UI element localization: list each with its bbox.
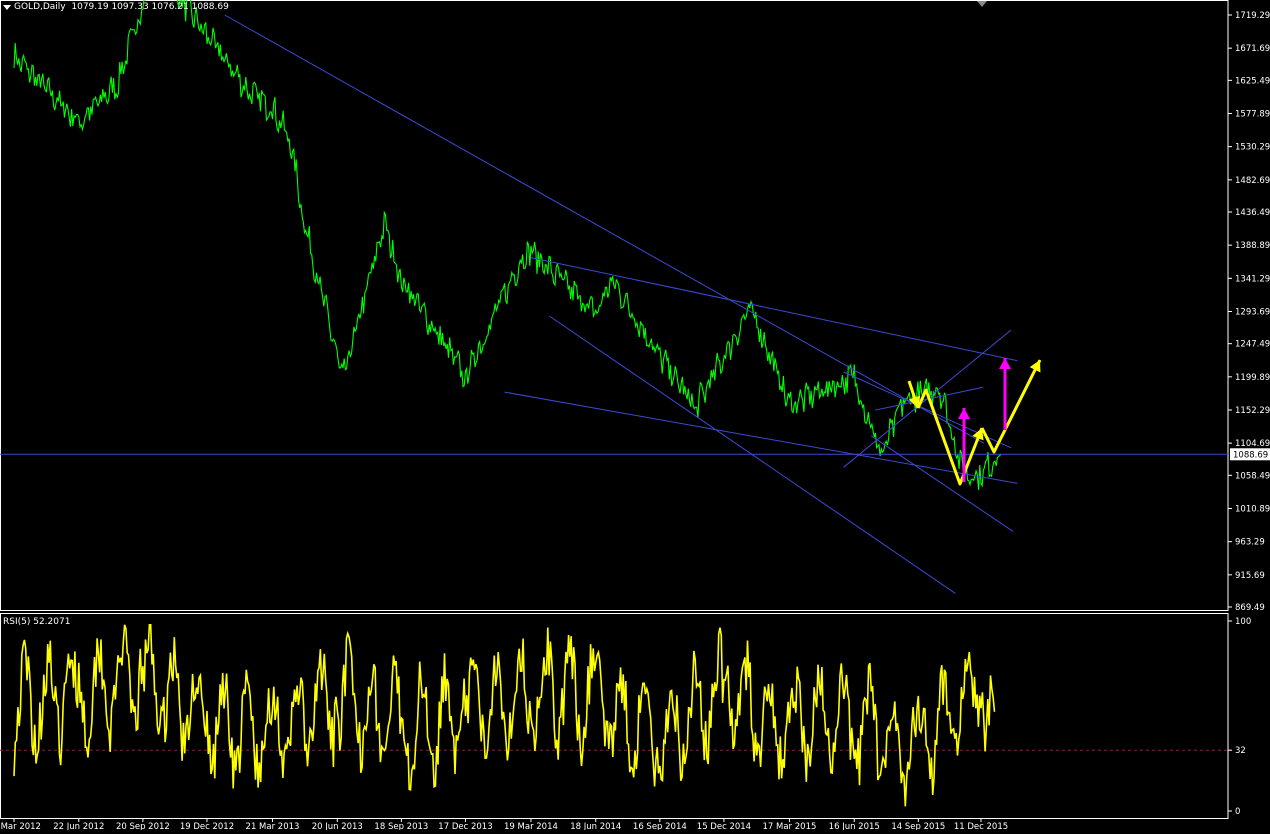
price-series-line <box>13 0 1002 490</box>
time-tick-label: 19 Mar 2014 <box>504 822 558 830</box>
ohlc-values: 1079.19 1097.33 1076.21 1088.69 <box>71 2 229 12</box>
trend-line <box>530 257 1018 362</box>
price-tick-label: 1199.89 <box>1235 373 1270 383</box>
chart-canvas: 1719.29 1671.69 1625.49 1577.89 1530.29 1482.… <box>0 0 1270 832</box>
current-price-tag-label: 1088.69 <box>1233 450 1268 460</box>
time-tick-label: 19 Dec 2012 <box>180 822 234 830</box>
rsi-pane <box>0 613 1229 819</box>
time-tick-label: 22 Jun 2012 <box>53 822 104 830</box>
time-tick-label: 11 Dec 2015 <box>954 822 1008 830</box>
time-tick-label: 20 Sep 2012 <box>116 822 170 830</box>
price-tick-label: 1482.69 <box>1235 176 1270 186</box>
price-tick-label: 1293.69 <box>1235 307 1270 317</box>
time-tick-label: 21 Mar 2013 <box>246 822 300 830</box>
price-tick-label: 1104.69 <box>1235 439 1270 449</box>
price-tick-label: 1388.89 <box>1235 241 1270 251</box>
time-tick-label: 16 Sep 2014 <box>633 822 687 830</box>
time-tick-label: 16 Jun 2015 <box>829 822 880 830</box>
price-tick-label: 1341.29 <box>1235 274 1270 284</box>
drawings-layer <box>224 14 1042 594</box>
target-arrow-icon-head <box>958 408 970 419</box>
price-tick-label: 1719.29 <box>1235 11 1270 21</box>
price-tick-label: 1058.49 <box>1235 471 1270 481</box>
price-tick-label: 1577.89 <box>1235 110 1270 120</box>
price-pane <box>0 0 1229 611</box>
time-tick-label: 15 Dec 2014 <box>697 822 751 830</box>
rsi-axis: 100 32 0 <box>1228 617 1251 817</box>
time-tick-label: 18 Sep 2013 <box>374 822 428 830</box>
time-tick-label: 18 Jun 2014 <box>570 822 621 830</box>
rsi-tick-label: 100 <box>1235 617 1251 627</box>
price-tick-label: 1436.49 <box>1235 208 1270 218</box>
price-tick-label: 1625.49 <box>1235 76 1270 86</box>
price-tick-label: 915.69 <box>1235 571 1265 581</box>
time-tick-label: 20 Jun 2013 <box>312 822 363 830</box>
trend-line <box>224 14 985 444</box>
price-tick-label: 1530.29 <box>1235 143 1270 153</box>
rsi-indicator-label: RSI(5) 52.2071 <box>3 617 71 627</box>
price-tick-label: 963.29 <box>1235 538 1265 548</box>
time-tick-label: 17 Dec 2013 <box>438 822 492 830</box>
time-tick-label: 23 Mar 2012 <box>0 822 41 830</box>
price-tick-label: 869.49 <box>1235 603 1265 613</box>
rsi-pane-frame <box>0 613 1229 819</box>
price-tick-label: 1152.29 <box>1235 406 1270 416</box>
rsi-series-line <box>13 623 996 807</box>
price-axis: 1719.29 1671.69 1625.49 1577.89 1530.29 1482.… <box>1228 11 1270 613</box>
symbol-header: GOLD,Daily 1079.19 1097.33 1076.21 1088.… <box>14 2 229 12</box>
target-arrow-icon-head <box>999 358 1011 369</box>
chart-shift-marker-icon[interactable] <box>977 1 987 7</box>
symbol-menu-arrow-icon[interactable] <box>3 5 11 10</box>
price-tick-label: 1010.89 <box>1235 504 1270 514</box>
gold-daily-chart: 1719.29 1671.69 1625.49 1577.89 1530.29 1482.… <box>0 0 1270 832</box>
symbol-name: GOLD,Daily <box>14 2 66 12</box>
price-tick-label: 1671.69 <box>1235 44 1270 54</box>
rsi-tick-label: 0 <box>1235 807 1240 817</box>
rsi-tick-label: 32 <box>1235 746 1246 756</box>
price-tick-label: 1247.49 <box>1235 340 1270 350</box>
current-price-tag: 1088.69 <box>1230 448 1270 461</box>
time-axis: 23 Mar 2012 22 Jun 2012 20 Sep 2012 19 Dec … <box>0 818 1008 832</box>
time-tick-label: 17 Mar 2015 <box>763 822 817 830</box>
time-tick-label: 14 Sep 2015 <box>891 822 945 830</box>
target-arrow-icon <box>958 408 970 482</box>
price-pane-frame <box>0 0 1229 611</box>
